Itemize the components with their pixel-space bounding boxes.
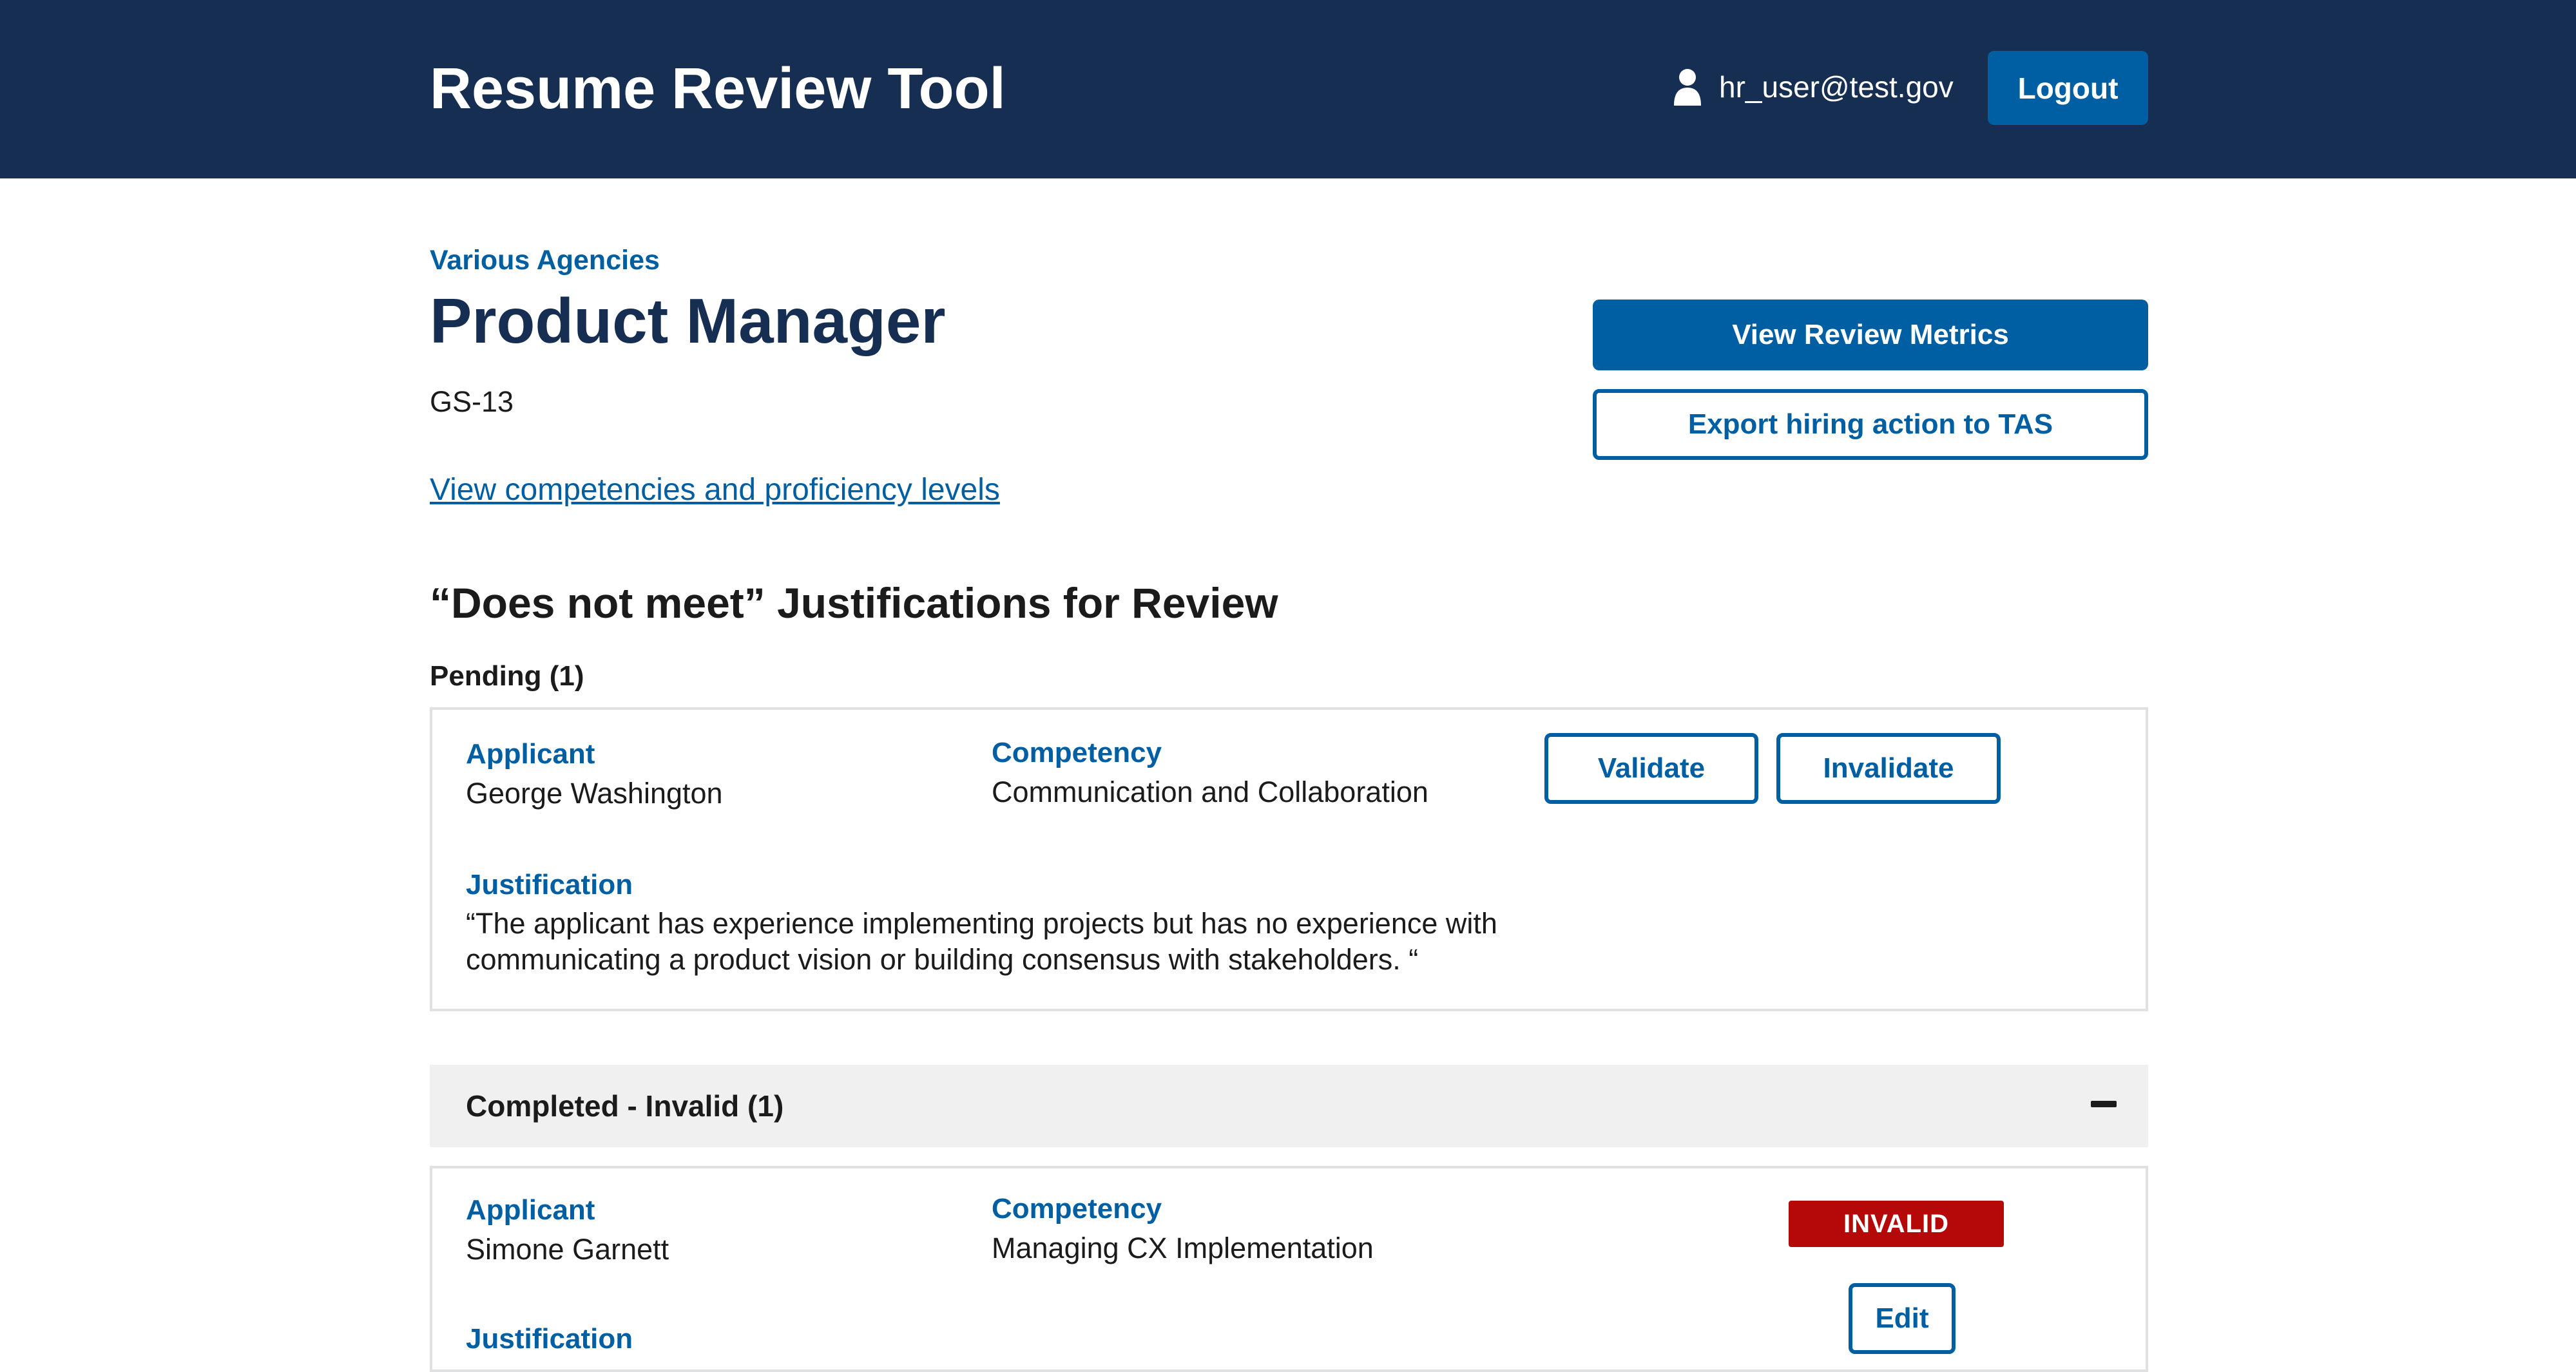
- user-email: hr_user@test.gov: [1719, 70, 1954, 104]
- export-hiring-action-button[interactable]: Export hiring action to TAS: [1593, 389, 2148, 460]
- completed-invalid-accordion[interactable]: Completed - Invalid (1): [430, 1065, 2148, 1147]
- validate-button[interactable]: Validate: [1544, 733, 1758, 804]
- invalidate-button[interactable]: Invalidate: [1776, 733, 2001, 804]
- edit-button[interactable]: Edit: [1849, 1283, 1956, 1354]
- status-badge: INVALID: [1789, 1201, 2004, 1247]
- justification-label: Justification: [466, 1323, 633, 1355]
- grade-label: GS-13: [430, 385, 514, 418]
- view-review-metrics-button[interactable]: View Review Metrics: [1593, 300, 2148, 370]
- page-title: Product Manager: [430, 285, 946, 356]
- collapse-icon[interactable]: [2091, 1101, 2117, 1107]
- competency-value: Communication and Collaboration: [992, 776, 1428, 808]
- competency-label: Competency: [992, 1193, 1162, 1224]
- justification-label: Justification: [466, 869, 633, 900]
- applicant-label: Applicant: [466, 738, 595, 770]
- app-title: Resume Review Tool: [430, 57, 1006, 121]
- section-heading: “Does not meet” Justifications for Revie…: [430, 579, 1278, 627]
- justification-text: “The applicant has experience implementi…: [466, 907, 1497, 976]
- applicant-name: Simone Garnett: [466, 1233, 669, 1266]
- pending-justification-card: Applicant George Washington Competency C…: [430, 707, 2148, 1011]
- user-info: hr_user@test.gov: [1673, 68, 1954, 106]
- completed-justification-card: Applicant Simone Garnett Competency Mana…: [430, 1166, 2148, 1372]
- accordion-title: Completed - Invalid (1): [466, 1089, 784, 1123]
- logout-button[interactable]: Logout: [1988, 51, 2148, 125]
- applicant-label: Applicant: [466, 1194, 595, 1226]
- user-icon: [1674, 69, 1701, 106]
- pending-heading: Pending (1): [430, 660, 584, 692]
- competency-label: Competency: [992, 737, 1162, 768]
- app-header: Resume Review Tool hr_user@test.gov Logo…: [0, 0, 2576, 178]
- applicant-name: George Washington: [466, 777, 723, 810]
- agency-label: Various Agencies: [430, 245, 660, 276]
- competencies-link[interactable]: View competencies and proficiency levels: [430, 472, 1000, 508]
- competency-value: Managing CX Implementation: [992, 1232, 1374, 1264]
